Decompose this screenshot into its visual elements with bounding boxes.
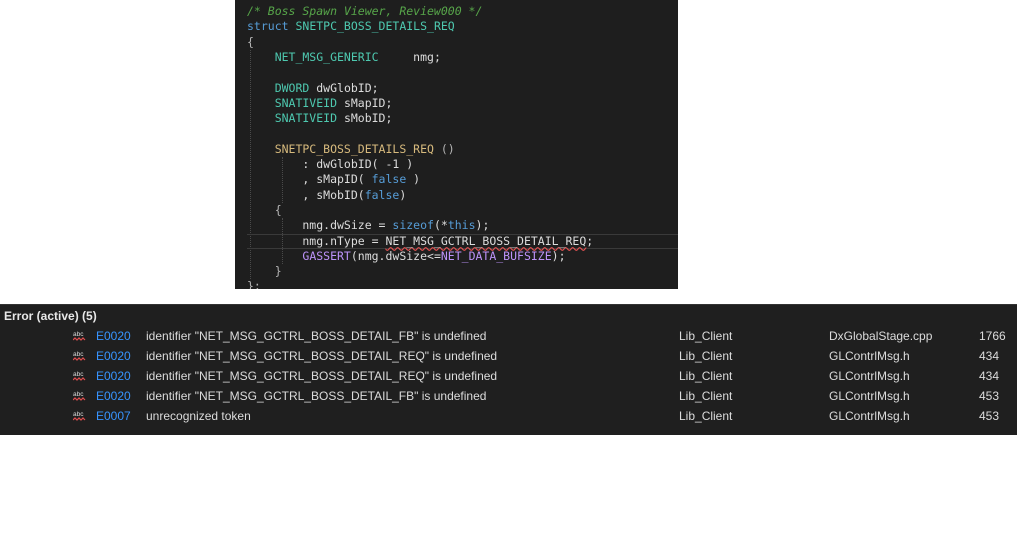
error-line: 453 [979, 409, 1000, 423]
code-line[interactable]: nmg.nType = NET_MSG_GCTRL_BOSS_DETAIL_RE… [247, 233, 678, 249]
code-line[interactable]: SNATIVEID sMapID; [247, 96, 678, 111]
error-project: Lib_Client [679, 329, 733, 343]
error-list-panel: Error (active) (5) abc E0020 identifier "N… [0, 304, 1017, 435]
error-project: Lib_Client [679, 409, 733, 423]
error-file: GLContrlMsg.h [829, 389, 910, 403]
svg-text:abc: abc [73, 331, 84, 338]
error-list-row[interactable]: abc E0020 identifier "NET_MSG_GCTRL_BOSS_D… [0, 386, 1017, 406]
code-token: (* [433, 218, 448, 233]
code-line[interactable]: /* Boss Spawn Viewer, Review000 */ [247, 4, 678, 19]
error-description: identifier "NET_MSG_GCTRL_BOSS_DETAIL_FB… [146, 329, 487, 343]
code-token: ); [551, 248, 566, 263]
code-token: ); [475, 218, 490, 233]
code-token: sMobID; [343, 111, 393, 126]
code-token: DWORD [247, 80, 317, 95]
code-token: nmg.nType = [247, 233, 386, 248]
svg-text:abc: abc [73, 391, 84, 398]
code-token: (nmg.dwSize<= [350, 248, 441, 263]
code-line[interactable]: SNETPC_BOSS_DETAILS_REQ () [247, 142, 678, 157]
code-token: dwGlobID; [316, 80, 379, 95]
svg-text:abc: abc [73, 411, 84, 418]
error-project: Lib_Client [679, 389, 733, 403]
code-token: ; [586, 233, 594, 248]
code-token: SNATIVEID [247, 95, 344, 110]
code-line[interactable]: , sMapID( false ) [247, 172, 678, 187]
code-token: , sMapID( [247, 172, 372, 187]
svg-text:abc: abc [73, 351, 84, 358]
error-project: Lib_Client [679, 369, 733, 383]
abc-squiggle-icon: abc [73, 391, 86, 401]
code-token: NET_MSG_GENERIC [247, 49, 379, 64]
abc-squiggle-icon: abc [73, 371, 86, 381]
code-line[interactable]: , sMobID(false) [247, 188, 678, 203]
abc-squiggle-icon: abc [73, 331, 86, 341]
code-token: }; [247, 279, 261, 289]
code-line[interactable]: NET_MSG_GENERIC nmg; [247, 50, 678, 65]
code-line[interactable]: : dwGlobID( -1 ) [247, 157, 678, 172]
error-list-row[interactable]: abc E0020 identifier "NET_MSG_GCTRL_BOSS_D… [0, 326, 1017, 346]
error-line: 453 [979, 389, 1000, 403]
code-line[interactable]: GASSERT(nmg.dwSize<=NET_DATA_BUFSIZE); [247, 249, 678, 264]
error-code-link[interactable]: E0020 [96, 366, 131, 386]
code-token: struct [247, 19, 296, 34]
code-line[interactable]: } [247, 264, 678, 279]
error-list-title: Error (active) (5) [4, 309, 97, 323]
code-token: : dwGlobID( -1 ) [247, 157, 414, 171]
code-token: ) [399, 187, 407, 202]
code-token: SNATIVEID [247, 111, 344, 126]
error-project: Lib_Client [679, 349, 733, 363]
code-line[interactable]: { [247, 35, 678, 50]
code-token: SNETPC_BOSS_DETAILS_REQ [295, 19, 455, 34]
error-code-link[interactable]: E0020 [96, 326, 131, 346]
code-token: nmg; [378, 49, 441, 64]
code-token: ) [406, 172, 421, 187]
error-description: identifier "NET_MSG_GCTRL_BOSS_DETAIL_RE… [146, 349, 498, 363]
code-token: GASSERT [302, 248, 351, 263]
code-token: NET_DATA_BUFSIZE [440, 248, 552, 263]
code-editor[interactable]: /* Boss Spawn Viewer, Review000 */struct… [235, 0, 678, 289]
error-list-row[interactable]: abc E0020 identifier "NET_MSG_GCTRL_BOSS_D… [0, 366, 1017, 386]
code-line[interactable] [247, 126, 678, 141]
code-line[interactable]: SNATIVEID sMobID; [247, 111, 678, 126]
code-token: false [364, 187, 400, 202]
code-line[interactable]: DWORD dwGlobID; [247, 81, 678, 96]
code-line[interactable] [247, 65, 678, 80]
error-description: identifier "NET_MSG_GCTRL_BOSS_DETAIL_FB… [146, 389, 487, 403]
code-line[interactable]: { [247, 203, 678, 218]
error-line: 434 [979, 369, 1000, 383]
code-line[interactable]: }; [247, 279, 678, 289]
code-token: SNETPC_BOSS_DETAILS_REQ [247, 141, 441, 156]
error-description: unrecognized token [146, 409, 251, 423]
error-file: GLContrlMsg.h [829, 409, 910, 423]
code-token: this [447, 218, 476, 233]
code-token: , sMobID( [247, 187, 365, 202]
error-code-link[interactable]: E0020 [96, 386, 131, 406]
code-line[interactable]: nmg.dwSize = sizeof(*this); [247, 218, 678, 233]
error-code-link[interactable]: E0007 [96, 406, 131, 426]
code-token: () [440, 141, 455, 156]
code-token: false [371, 172, 407, 187]
error-list-row[interactable]: abc E0007 unrecognized token Lib_Client GLCo… [0, 406, 1017, 426]
error-squiggle-token: NET_MSG_GCTRL_BOSS_DETAIL_REQ [385, 233, 587, 248]
code-token: sMapID; [343, 95, 393, 110]
error-file: GLContrlMsg.h [829, 369, 910, 383]
error-line: 434 [979, 349, 1000, 363]
svg-text:abc: abc [73, 371, 84, 378]
error-list-row[interactable]: abc E0020 identifier "NET_MSG_GCTRL_BOSS_D… [0, 346, 1017, 366]
error-file: GLContrlMsg.h [829, 349, 910, 363]
error-file: DxGlobalStage.cpp [829, 329, 933, 343]
error-description: identifier "NET_MSG_GCTRL_BOSS_DETAIL_RE… [146, 369, 498, 383]
code-token: { [247, 202, 282, 217]
error-line: 1766 [979, 329, 1006, 343]
code-token: sizeof [392, 218, 434, 233]
code-line[interactable]: struct SNETPC_BOSS_DETAILS_REQ [247, 19, 678, 34]
abc-squiggle-icon: abc [73, 351, 86, 361]
code-token: { [247, 34, 254, 49]
code-token: } [247, 264, 282, 279]
error-code-link[interactable]: E0020 [96, 346, 131, 366]
abc-squiggle-icon: abc [73, 411, 86, 421]
code-token: /* Boss Spawn Viewer, Review000 */ [247, 4, 483, 18]
code-token: nmg.dwSize = [247, 218, 393, 233]
